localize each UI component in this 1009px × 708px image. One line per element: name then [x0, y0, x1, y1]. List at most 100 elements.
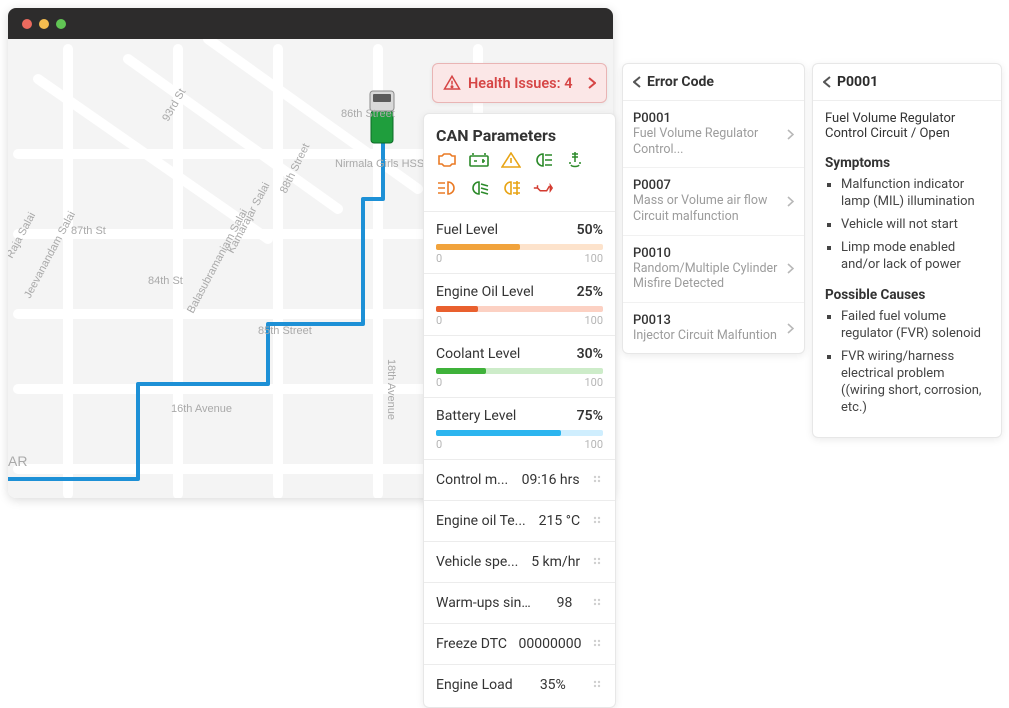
readout-row: Engine oil Te... 215 °C [424, 501, 615, 542]
error-code-panel: Error Code P0001Fuel Volume Regulator Co… [622, 63, 805, 354]
minimize-icon[interactable] [39, 19, 49, 29]
causes-heading: Possible Causes [825, 287, 989, 303]
readout-label: Vehicle spe... [436, 554, 518, 570]
metric-label: Coolant Level [436, 346, 520, 362]
metric-min: 0 [436, 376, 442, 389]
metric-value: 25% [577, 284, 603, 300]
street-label: AR [8, 453, 27, 469]
street-label: 86th Street [341, 108, 395, 120]
metric-min: 0 [436, 314, 442, 327]
street-label: 87th St [71, 225, 106, 237]
metric-coolant-level: Coolant Level 30% 0 100 [424, 336, 615, 398]
metric-min: 0 [436, 438, 442, 451]
readout-row: Warm-ups since... 98 [424, 583, 615, 624]
error-detail-panel: P0001 Fuel Volume Regulator Control Circ… [812, 63, 1002, 438]
chevron-right-icon [787, 263, 794, 274]
street-label: Balasubramaniam Salai [185, 207, 250, 315]
low-beam-icon [468, 179, 490, 197]
chevron-right-icon [588, 77, 596, 89]
readout-row: Control m... 09:16 hrs [424, 460, 615, 501]
fog-light-front-icon [436, 179, 458, 197]
drag-handle-icon[interactable] [593, 680, 603, 690]
health-issues-banner[interactable]: Health Issues: 4 [432, 63, 607, 103]
drag-handle-icon[interactable] [593, 557, 603, 567]
metric-max: 100 [584, 376, 603, 389]
readout-value: 00000000 [519, 636, 582, 652]
readout-label: Engine oil Te... [436, 513, 526, 529]
close-icon[interactable] [22, 19, 32, 29]
error-code: P0007 [633, 178, 671, 193]
symptom-item: Vehicle will not start [841, 217, 989, 234]
readout-label: Engine Load [436, 677, 513, 693]
readout-row: Freeze DTC 00000000 [424, 624, 615, 665]
chevron-right-icon [787, 323, 794, 334]
chevron-left-icon [633, 76, 641, 88]
metric-value: 75% [577, 408, 603, 424]
cause-item: FVR wiring/harness electrical problem ((… [841, 349, 989, 417]
metric-min: 0 [436, 252, 442, 265]
drag-handle-icon[interactable] [593, 516, 603, 526]
metric-label: Engine Oil Level [436, 284, 534, 300]
metric-engine-oil-level: Engine Oil Level25%0100 [424, 274, 615, 336]
street-label: 16th Avenue [171, 403, 232, 415]
error-code: P0010 [633, 246, 671, 261]
readout-value: 98 [557, 595, 573, 611]
error-panel-back[interactable]: Error Code [623, 64, 804, 101]
metric-value: 30% [577, 346, 603, 362]
error-item-p0001[interactable]: P0001Fuel Volume Regulator Control... [623, 101, 804, 168]
chevron-right-icon [787, 129, 794, 140]
readout-row: Vehicle spe... 5 km/hr [424, 542, 615, 583]
error-desc: Injector Circuit Malfuntion [633, 328, 777, 344]
drag-handle-icon[interactable] [593, 639, 603, 649]
window-titlebar [8, 8, 613, 39]
maximize-icon[interactable] [56, 19, 66, 29]
health-count: 4 [564, 75, 572, 92]
street-label: 85th Street [258, 325, 312, 337]
metric-fuel-level: Fuel Level 50% 0 100 [424, 212, 615, 274]
street-label: 18th Avenue [385, 359, 397, 420]
error-code: P0013 [633, 313, 671, 328]
street-label: 84th St [148, 275, 183, 287]
can-title: CAN Parameters [424, 126, 615, 151]
detail-panel-back[interactable]: P0001 [813, 64, 1001, 101]
street-label: Nirmala Girls HSS [335, 158, 424, 170]
health-label: Health Issues: [468, 75, 561, 92]
readout-label: Control m... [436, 472, 508, 488]
error-code: P0001 [633, 111, 671, 126]
metric-value: 50% [577, 222, 603, 238]
symptom-item: Limp mode enabled and/or lack of power [841, 240, 989, 274]
error-item-p0013[interactable]: P0013Injector Circuit Malfuntion [623, 303, 804, 354]
oil-icon [532, 179, 554, 197]
readout-value: 215 °C [539, 513, 580, 529]
error-item-p0010[interactable]: P0010Random/Multiple Cylinder Misfire De… [623, 236, 804, 303]
readout-value: 09:16 hrs [522, 472, 580, 488]
detail-title: Fuel Volume Regulator Control Circuit / … [825, 111, 989, 141]
error-desc: Random/Multiple Cylinder Misfire Detecte… [633, 261, 781, 292]
detail-code: P0001 [837, 74, 878, 90]
error-item-p0007[interactable]: P0007Mass or Volume air flow Circuit mal… [623, 168, 804, 235]
triangle-warning-icon [500, 151, 522, 169]
temperature-icon [564, 151, 586, 169]
readout-label: Warm-ups since... [436, 595, 536, 611]
error-panel-title: Error Code [647, 74, 714, 90]
chevron-right-icon [787, 196, 794, 207]
fog-light-rear-icon [500, 179, 522, 197]
readout-label: Freeze DTC [436, 636, 507, 652]
metric-battery-level: Battery Level75%0100 [424, 398, 615, 460]
symptoms-heading: Symptoms [825, 155, 989, 171]
error-desc: Fuel Volume Regulator Control... [633, 126, 781, 157]
error-desc: Mass or Volume air flow Circuit malfunct… [633, 193, 781, 224]
readout-value: 5 km/hr [531, 554, 580, 570]
drag-handle-icon[interactable] [593, 475, 603, 485]
dashboard-icons-row [424, 151, 615, 205]
metric-max: 100 [584, 252, 603, 265]
battery-icon [468, 151, 490, 169]
cause-item: Failed fuel volume regulator (FVR) solen… [841, 309, 989, 343]
drag-handle-icon[interactable] [593, 598, 603, 608]
metric-label: Fuel Level [436, 222, 498, 238]
readout-value: 35% [540, 677, 566, 693]
metric-label: Battery Level [436, 408, 516, 424]
headlight-icon [532, 151, 554, 169]
can-parameters-panel: CAN Parameters Fuel Level 50% 0 100 Engine O… [423, 113, 616, 708]
symptom-item: Malfunction indicator lamp (MIL) illumin… [841, 177, 989, 211]
